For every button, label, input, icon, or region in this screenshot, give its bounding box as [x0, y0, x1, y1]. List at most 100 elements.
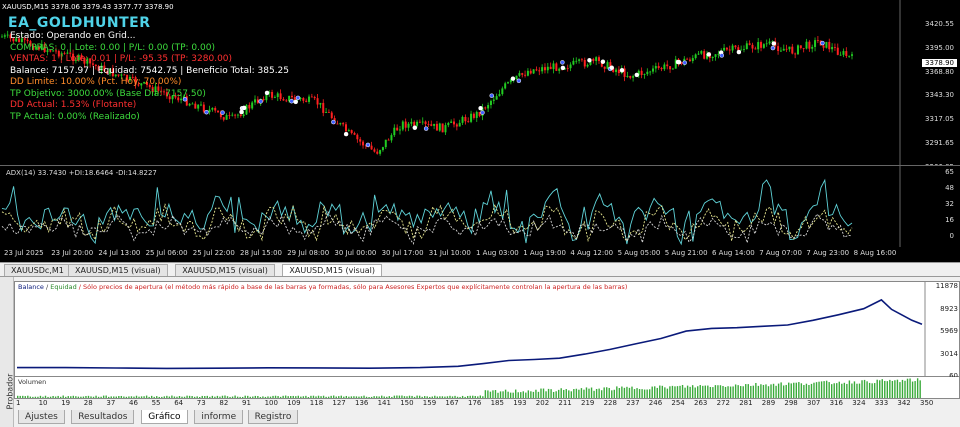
trade-marker: [289, 98, 294, 104]
volume-bar: [873, 383, 876, 398]
candle-body: [242, 114, 245, 117]
candle-body: [208, 109, 211, 113]
price-axis-label: 3317.05: [925, 115, 954, 124]
candle-body: [305, 100, 308, 102]
volume-bar: [29, 396, 32, 398]
volume-bar: [676, 386, 679, 398]
volume-bar: [894, 380, 896, 398]
trade-marker: [258, 99, 263, 104]
volume-bar: [464, 396, 466, 398]
volume-bar: [244, 395, 246, 398]
chart-tab[interactable]: XAUUSD,M15 (visual): [175, 264, 275, 276]
volume-bar: [449, 395, 451, 398]
volume-bar: [909, 378, 911, 398]
volume-bar: [315, 396, 317, 398]
volume-bar: [279, 396, 282, 398]
trade-marker: [600, 59, 606, 64]
volume-bar: [752, 385, 755, 398]
candle-body: [828, 41, 831, 50]
volume-bar: [343, 396, 345, 398]
volume-bar: [42, 396, 44, 398]
candle-body: [3, 35, 6, 37]
candle-body: [390, 135, 393, 141]
candle-body: [410, 121, 413, 124]
volume-bar: [226, 396, 229, 398]
volume-bar: [469, 395, 471, 398]
volume-bar: [381, 395, 383, 398]
adx-lines: [1, 166, 901, 248]
tester-tab[interactable]: informe: [194, 410, 244, 424]
trade-marker: [634, 72, 640, 78]
volume-bar: [856, 383, 858, 398]
volume-bar: [628, 387, 631, 398]
volume-bar: [565, 389, 567, 398]
adx-axis-label: 32: [945, 200, 954, 208]
chart-tab[interactable]: XAUUSDc,M1: [4, 264, 71, 276]
candle-body: [606, 62, 609, 69]
trade-axis-label: 37: [106, 399, 116, 407]
volume-bar: [527, 390, 530, 398]
volume-bar: [221, 395, 224, 398]
candle-body: [489, 100, 492, 106]
volume-bar: [148, 396, 150, 398]
volume-bar: [454, 395, 456, 398]
candle-body: [731, 45, 734, 51]
trade-marker: [736, 49, 742, 55]
volume-bar: [570, 391, 573, 398]
tester-side-label[interactable]: Probador: [0, 277, 14, 427]
tester-tab[interactable]: Resultados: [71, 410, 135, 424]
tester-tab[interactable]: Ajustes: [18, 410, 65, 424]
trade-marker: [293, 99, 298, 105]
trade-axis-label: 10: [38, 399, 48, 407]
volume-bar: [689, 386, 691, 398]
volume-bar: [669, 386, 671, 398]
tester-tab[interactable]: Gráfico: [141, 410, 188, 424]
volume-bar: [479, 395, 482, 398]
trade-marker: [609, 65, 615, 70]
trade-axis-label: 127: [332, 399, 346, 407]
candle-body: [538, 70, 541, 72]
trade-axis-label: 272: [716, 399, 730, 407]
candle-body: [768, 41, 771, 44]
volume-bar: [489, 391, 492, 398]
volume-bar: [563, 389, 565, 398]
adx-axis-label: 48: [945, 184, 954, 192]
volume-bar: [836, 383, 838, 398]
volume-bar: [911, 381, 914, 398]
candle-body: [342, 123, 345, 125]
ea-info-line: Balance: 7157.97 | Equidad: 7542.75 | Be…: [10, 65, 290, 76]
volume-bar: [426, 396, 428, 398]
volume-bar: [252, 396, 254, 398]
trade-axis-label: 228: [603, 399, 617, 407]
adx-line: [1, 178, 853, 246]
balance-curve: [17, 282, 926, 378]
ea-info-line: DD Actual: 1.53% (Flotante): [10, 100, 137, 110]
tester-tab[interactable]: Registro: [247, 410, 299, 424]
volume-bar: [418, 395, 421, 398]
candle-body: [586, 64, 589, 67]
volume-bar: [229, 396, 231, 398]
candle-body: [202, 104, 205, 112]
volume-bar: [755, 382, 757, 398]
volume-bar: [532, 391, 535, 398]
volume-bar: [896, 379, 899, 398]
volume-bar: [383, 396, 385, 398]
candle-body: [822, 45, 825, 48]
candle-body: [381, 147, 384, 151]
candle-body: [833, 47, 836, 48]
candle-body: [711, 56, 714, 58]
adx-title: ADX(14) 33.7430 +DI:18.6464 -DI:14.8227: [6, 169, 157, 177]
trade-marker: [560, 65, 566, 71]
volume-bar: [916, 378, 919, 398]
candle-body: [453, 121, 456, 125]
adx-indicator-panel[interactable]: [0, 165, 960, 248]
candle-body: [842, 51, 845, 55]
candle-body: [663, 64, 666, 70]
chart-tab[interactable]: XAUUSD,M15 (visual): [282, 264, 383, 276]
candle-body: [197, 104, 200, 109]
volume-bar: [497, 392, 499, 398]
trade-axis-label: 342: [897, 399, 911, 407]
volume-bar: [373, 396, 375, 398]
chart-tab[interactable]: XAUUSD,M15 (visual): [68, 264, 168, 276]
volume-bar: [724, 386, 727, 398]
